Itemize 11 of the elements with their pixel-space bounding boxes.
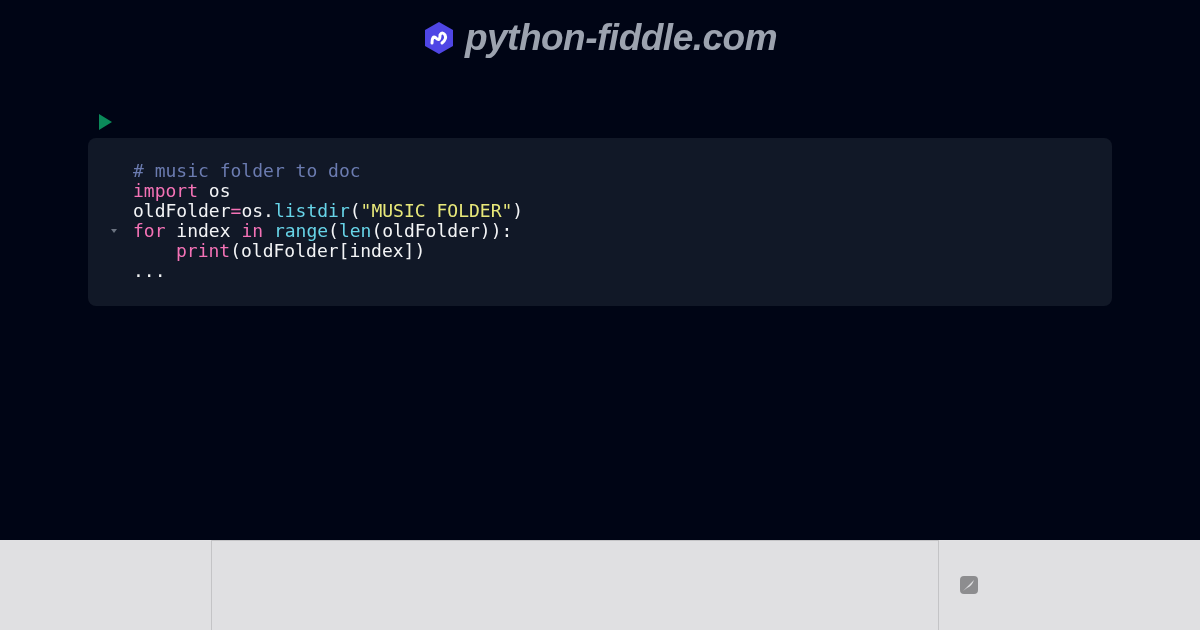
site-name[interactable]: python-fiddle.com <box>464 17 778 59</box>
play-icon[interactable] <box>99 114 112 130</box>
code-line: print(oldFolder[index]) <box>175 241 426 261</box>
code-line: # music folder to doc <box>133 161 361 181</box>
code-line: oldFolder=os.listdir("MUSIC FOLDER") <box>133 201 524 221</box>
code-line: for index in range(len(oldFolder)): <box>133 221 513 241</box>
code-editor[interactable]: # music folder to doc import os oldFolder=os.listdir("MUSIC FOLDER") for index in range(len(oldFolder)): print(oldFolder[index]) ... <box>88 138 1112 306</box>
code-line: ... <box>133 261 166 281</box>
logo-icon <box>422 21 455 55</box>
code-line: import os <box>133 181 231 201</box>
fold-caret-icon[interactable] <box>111 229 117 233</box>
